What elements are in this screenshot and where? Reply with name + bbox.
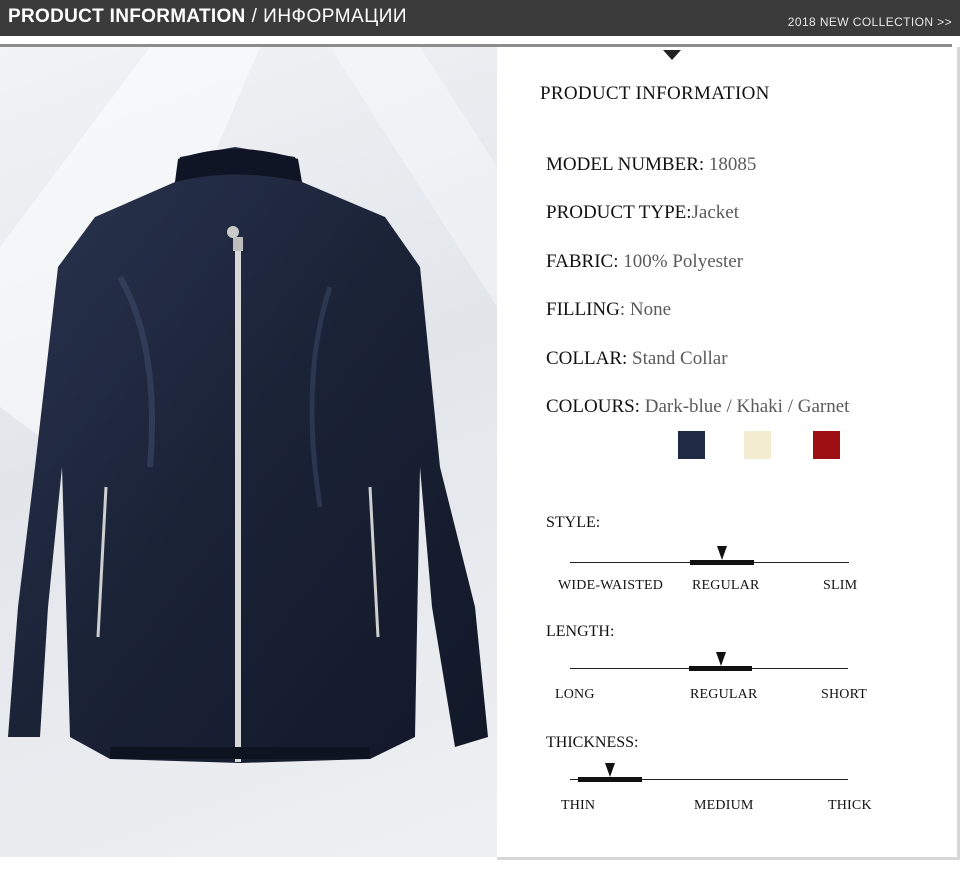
scale-option: MEDIUM [694,798,754,813]
spec-label: MODEL NUMBER: [546,154,705,175]
scale-option: THIN [561,798,596,813]
spec-value: : None [619,299,672,320]
scale-option: REGULAR [690,687,758,702]
scale-arrow-icon [605,763,615,777]
scale-arrow-icon [717,546,727,560]
scale-option: THICK [828,798,872,813]
spec-model-number: MODEL NUMBER: 18085 [546,154,756,176]
spec-value: Dark-blue / Khaki / Garnet [639,396,850,417]
spec-label: COLOURS: [546,396,640,417]
header-title: PRODUCT INFORMATION / ИНФОРМАЦИИ [8,6,407,28]
panel-shadow-bottom [497,857,960,860]
scale-option: LONG [555,687,595,702]
swatch-khaki[interactable] [744,431,771,459]
header-subtitle: ИНФОРМАЦИИ [263,6,408,27]
spec-colours: COLOURS: Dark-blue / Khaki / Garnet [546,396,849,418]
pointer-triangle-icon [663,50,681,60]
spec-filling: FILLING: None [546,299,671,321]
scale-label-thickness: THICKNESS: [546,734,639,751]
header-separator: / [251,6,258,27]
spec-fabric: FABRIC: 100% Polyester [546,251,743,273]
header-title-text: PRODUCT INFORMATION [8,6,246,27]
spec-value: 18085 [704,154,757,175]
scale-marker-style [690,560,754,565]
spec-collar: COLLAR: Stand Collar [546,348,728,370]
header-bar: PRODUCT INFORMATION / ИНФОРМАЦИИ 2018 NEW … [0,0,960,36]
scale-option: REGULAR [692,578,760,593]
collection-link[interactable]: 2018 NEW COLLECTION >> [788,15,952,29]
spec-value: Jacket [691,202,740,223]
spec-value: 100% Polyester [618,251,744,272]
scale-marker-length [689,666,752,671]
product-photo [0,47,497,857]
scale-option: SLIM [823,578,858,593]
jacket-illustration [0,47,497,763]
spec-label: PRODUCT TYPE: [546,202,692,223]
scale-label-length: LENGTH: [546,623,615,640]
info-title: PRODUCT INFORMATION [540,83,770,104]
scale-marker-thickness [578,777,642,782]
spec-product-type: PRODUCT TYPE:Jacket [546,202,739,224]
spec-label: FABRIC: [546,251,619,272]
swatch-garnet[interactable] [813,431,840,459]
swatch-dark-blue[interactable] [678,431,705,459]
scale-option: SHORT [821,687,868,702]
scale-arrow-icon [716,652,726,666]
spec-label: FILLING [546,299,620,320]
spec-value: Stand Collar [627,348,728,369]
scale-label-style: STYLE: [546,514,601,531]
spec-label: COLLAR: [546,348,628,369]
scale-option: WIDE-WAISTED [558,578,664,593]
